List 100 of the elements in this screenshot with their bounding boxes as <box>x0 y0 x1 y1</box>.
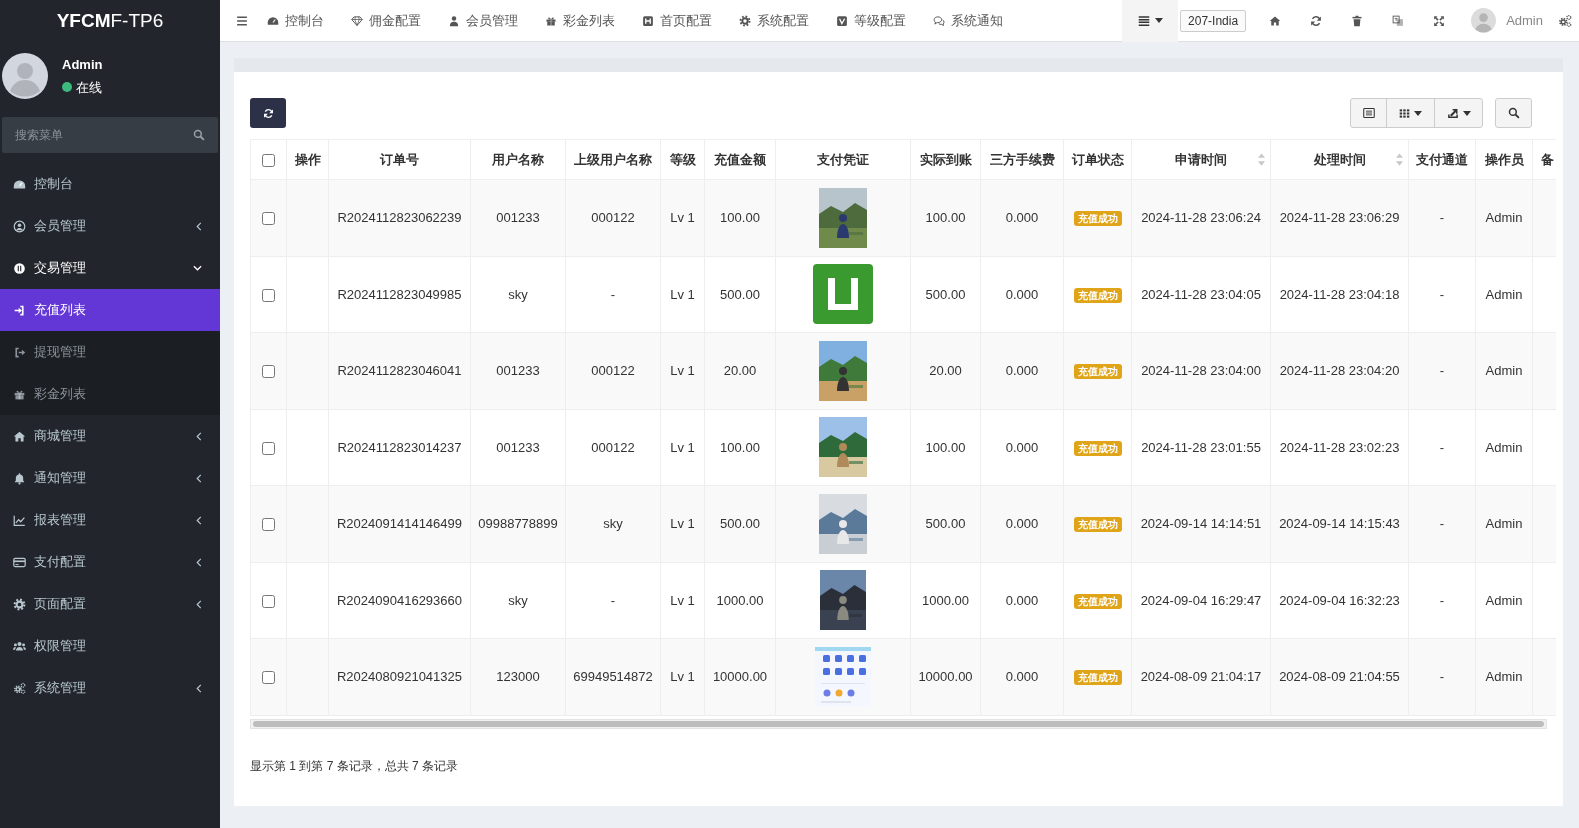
settings-icon <box>13 597 26 611</box>
sidebar-item[interactable]: 彩金列表 <box>0 373 220 415</box>
row-checkbox[interactable] <box>262 212 275 226</box>
status-badge: 充值成功 <box>1073 517 1122 532</box>
table-cell: 123000 <box>496 669 540 684</box>
gears-icon <box>13 681 26 695</box>
sidebar-item[interactable]: 权限管理 <box>0 625 220 667</box>
table-cell: - <box>1439 516 1445 531</box>
sign-in-icon <box>13 303 26 317</box>
sidebar-item[interactable]: 系统管理 <box>0 667 220 709</box>
dropdown-button[interactable] <box>1122 0 1179 42</box>
grid-icon <box>1399 107 1410 119</box>
table-cell: 2024-08-09 21:04:55 <box>1279 669 1400 684</box>
row-checkbox[interactable] <box>262 288 275 302</box>
sidebar-item[interactable]: 提现管理 <box>0 331 220 373</box>
table-cell: 2024-11-28 23:06:29 <box>1279 210 1400 225</box>
status-badge: 充值成功 <box>1073 670 1122 685</box>
table-cell: - <box>1439 439 1445 455</box>
translate-icon <box>1391 14 1404 27</box>
avatar-icon <box>2 53 48 99</box>
caret-icon <box>1462 110 1471 116</box>
table-cell: Lv 1 <box>670 669 695 684</box>
table-cell: Admin <box>1485 592 1523 608</box>
column-header: 订单号 <box>380 151 419 167</box>
status-badge: 充值成功 <box>1073 440 1122 456</box>
row-checkbox[interactable] <box>262 441 275 455</box>
diamond-icon <box>351 14 363 27</box>
gears-icon <box>1558 13 1572 28</box>
nav-link[interactable]: 等级配置 <box>833 0 930 42</box>
refresh-button[interactable] <box>250 98 286 128</box>
table-cell: Lv 1 <box>670 210 695 225</box>
table-cell: 2024-09-04 16:29:47 <box>1140 592 1262 608</box>
table-cell: 2024-11-28 23:04:05 <box>1141 286 1261 302</box>
nav-link[interactable]: 会员管理 <box>445 0 542 42</box>
sidebar-item[interactable]: 充值列表 <box>0 289 220 331</box>
column-header: 支付凭证 <box>817 151 869 167</box>
sidebar-item[interactable]: 会员管理 <box>0 205 220 247</box>
nav-link[interactable]: 首页配置 <box>639 0 736 42</box>
table-cell: R2024112823046041 <box>337 363 462 378</box>
user-menu[interactable]: Admin <box>1471 0 1543 42</box>
nav-link[interactable]: 彩金列表 <box>542 0 639 42</box>
column-header: 处理时间 <box>1313 151 1366 167</box>
table-cell: 69949514872 <box>573 669 653 684</box>
nav-link[interactable]: 系统配置 <box>736 0 833 42</box>
table-cell: 500.00 <box>925 516 966 531</box>
nav-link[interactable]: 系统通知 <box>930 0 1027 42</box>
row-checkbox[interactable] <box>262 518 275 532</box>
table-cell: 0.000 <box>1005 363 1039 378</box>
table-cell: Admin <box>1485 516 1523 531</box>
table-cell: - <box>610 592 616 608</box>
table-cell: 2024-11-28 23:06:24 <box>1141 210 1261 225</box>
row-checkbox[interactable] <box>262 365 275 379</box>
search-field[interactable]: 搜索菜单 <box>2 117 218 153</box>
select-all-checkbox[interactable] <box>262 153 275 167</box>
credit-card-icon <box>13 555 26 569</box>
v-square-icon <box>836 14 848 27</box>
scrollbar[interactable] <box>250 718 1547 729</box>
table-cell: - <box>610 286 616 302</box>
list-icon <box>1137 14 1150 27</box>
nav-link[interactable]: 控制台 <box>264 0 348 42</box>
table-cell: 10000.00 <box>712 669 768 684</box>
sidebar-item[interactable]: 通知管理 <box>0 457 220 499</box>
table-cell: 0.000 <box>1005 669 1039 684</box>
sidebar-item[interactable]: 页面配置 <box>0 583 220 625</box>
table-cell: 2024-11-28 23:02:23 <box>1279 439 1400 455</box>
coin-icon <box>13 261 26 275</box>
trash-icon <box>1350 14 1363 27</box>
export-icon <box>1446 107 1459 119</box>
nav-link[interactable]: 佣金配置 <box>348 0 445 42</box>
row-checkbox[interactable] <box>262 671 275 685</box>
home-icon <box>13 429 26 443</box>
refresh-icon <box>262 107 274 119</box>
table-cell: R2024091414146499 <box>336 516 463 531</box>
sidebar-item[interactable]: 控制台 <box>0 163 220 205</box>
sidebar-item[interactable]: 交易管理 <box>0 247 220 289</box>
site-button[interactable]: 207-India <box>1180 9 1247 32</box>
table-cell: Lv 1 <box>670 516 695 531</box>
table-cell: - <box>1439 286 1445 302</box>
table-cell: 09988778899 <box>478 516 558 531</box>
table-cell: Lv 1 <box>670 363 695 378</box>
table-cell: 500.00 <box>720 286 760 302</box>
search-icon <box>1507 107 1520 119</box>
table-cell: 000122 <box>591 439 635 455</box>
table-cell: 0.000 <box>1005 286 1039 302</box>
search-button[interactable] <box>1495 98 1532 128</box>
table-cell: 10000.00 <box>918 669 973 684</box>
caret-icon <box>1154 18 1163 23</box>
table-cell: R2024112823014237 <box>337 439 462 455</box>
logo: YFCMF-TP6 <box>56 8 164 33</box>
sidebar-item[interactable]: 支付配置 <box>0 541 220 583</box>
user-name: Admin <box>62 56 103 74</box>
row-checkbox[interactable] <box>262 594 275 608</box>
table-cell: 000122 <box>591 210 635 225</box>
column-header: 申请时间 <box>1175 151 1227 167</box>
table-cell: 20.00 <box>929 363 962 378</box>
sidebar-item[interactable]: 报表管理 <box>0 499 220 541</box>
table-cell: 001233 <box>496 210 540 225</box>
column-header: 订单状态 <box>1071 151 1124 167</box>
sign-out-icon <box>13 345 26 359</box>
sidebar-item[interactable]: 商城管理 <box>0 415 220 457</box>
